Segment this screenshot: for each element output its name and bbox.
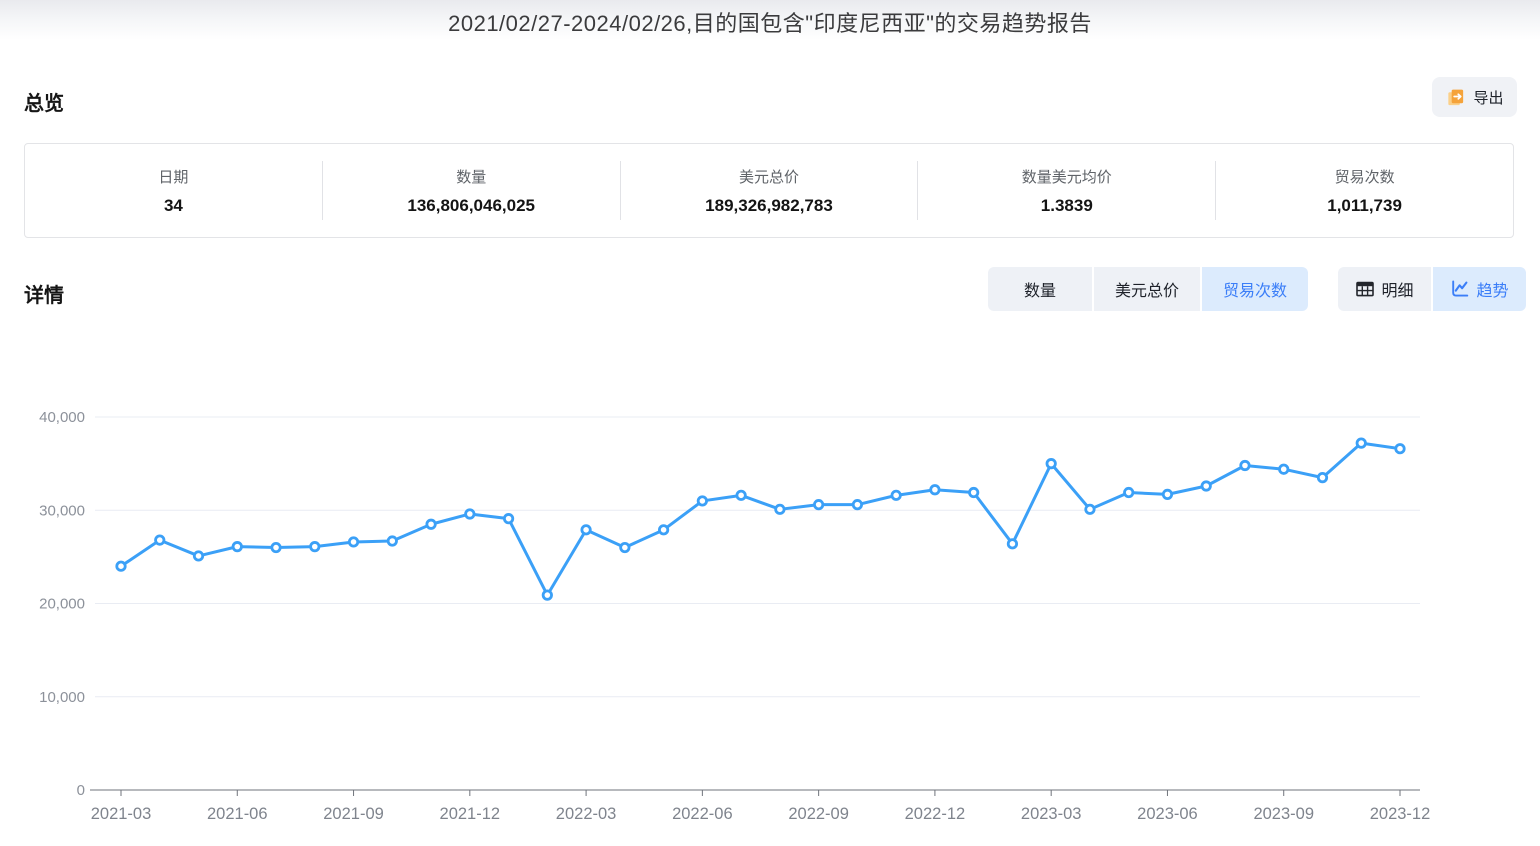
chart-point[interactable] [892, 491, 900, 499]
chart-point[interactable] [349, 538, 357, 546]
chart-point[interactable] [388, 537, 396, 545]
chart-point[interactable] [427, 520, 435, 528]
chart-point[interactable] [1280, 465, 1288, 473]
chart-point[interactable] [659, 526, 667, 534]
trend-line-chart[interactable]: 010,00020,00030,00040,0002021-032021-062… [0, 0, 1540, 846]
x-axis-label: 2022-09 [788, 805, 849, 823]
chart-point[interactable] [1163, 490, 1171, 498]
chart-point[interactable] [504, 514, 512, 522]
chart-point[interactable] [117, 562, 125, 570]
chart-point[interactable] [1008, 540, 1016, 548]
chart-point[interactable] [1202, 482, 1210, 490]
series-line [121, 443, 1400, 595]
chart-point[interactable] [156, 536, 164, 544]
x-axis-label: 2021-12 [440, 805, 501, 823]
x-axis-label: 2021-06 [207, 805, 268, 823]
y-axis-label: 40,000 [39, 409, 85, 426]
x-axis-label: 2022-03 [556, 805, 617, 823]
x-axis-label: 2023-06 [1137, 805, 1198, 823]
x-axis-label: 2021-09 [323, 805, 384, 823]
x-axis-label: 2022-12 [905, 805, 966, 823]
chart-point[interactable] [931, 486, 939, 494]
chart-point[interactable] [737, 491, 745, 499]
chart-point[interactable] [814, 500, 822, 508]
chart-point[interactable] [621, 543, 629, 551]
chart-point[interactable] [272, 543, 280, 551]
trade-trend-report-page: 2021/02/27-2024/02/26,目的国包含"印度尼西亚"的交易趋势报… [0, 0, 1540, 846]
y-axis-label: 0 [77, 782, 85, 799]
chart-point[interactable] [969, 488, 977, 496]
x-axis-label: 2023-09 [1253, 805, 1314, 823]
y-axis-label: 30,000 [39, 502, 85, 519]
chart-point[interactable] [1318, 473, 1326, 481]
chart-point[interactable] [1047, 459, 1055, 467]
chart-point[interactable] [311, 542, 319, 550]
chart-point[interactable] [466, 510, 474, 518]
x-axis-label: 2021-03 [91, 805, 152, 823]
chart-point[interactable] [194, 552, 202, 560]
chart-point[interactable] [776, 505, 784, 513]
chart-point[interactable] [233, 542, 241, 550]
chart-point[interactable] [1396, 445, 1404, 453]
chart-point[interactable] [1357, 439, 1365, 447]
chart-point[interactable] [853, 500, 861, 508]
chart-point[interactable] [582, 526, 590, 534]
chart-point[interactable] [1086, 505, 1094, 513]
x-axis-label: 2023-12 [1370, 805, 1431, 823]
x-axis-label: 2022-06 [672, 805, 733, 823]
chart-point[interactable] [543, 591, 551, 599]
y-axis-label: 10,000 [39, 689, 85, 706]
chart-point[interactable] [698, 497, 706, 505]
chart-point[interactable] [1124, 488, 1132, 496]
chart-point[interactable] [1241, 461, 1249, 469]
y-axis-label: 20,000 [39, 596, 85, 613]
x-axis-label: 2023-03 [1021, 805, 1082, 823]
